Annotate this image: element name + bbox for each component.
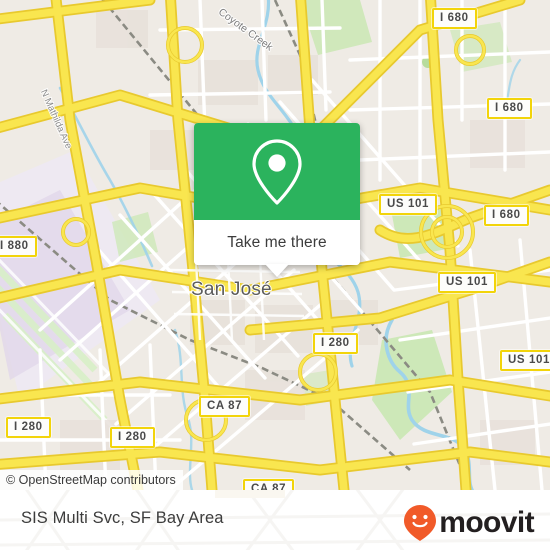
popup-pin-panel: [194, 123, 360, 220]
highway-shield: I 280: [6, 417, 51, 438]
popup-action-panel[interactable]: Take me there: [194, 220, 360, 265]
moovit-smiley-pin-icon: [404, 505, 437, 541]
place-name-label: SIS Multi Svc, SF Bay Area: [21, 509, 224, 527]
highway-shield: I 680: [487, 98, 532, 119]
highway-shield: I 680: [432, 8, 477, 29]
bottom-info-bar: SIS Multi Svc, SF Bay Area moovit: [0, 490, 550, 550]
highway-shield: CA 87: [199, 396, 251, 417]
highway-shield: CA 87: [243, 479, 295, 490]
map-canvas[interactable]: San José Coyote Creek N Mathilda Ave I 6…: [0, 0, 550, 490]
highway-shield: I 680: [484, 205, 529, 226]
highway-shield: I 280: [313, 333, 358, 354]
moovit-logo[interactable]: moovit: [403, 504, 535, 542]
highway-shield: I 880: [0, 236, 37, 257]
highway-shield: US 101: [379, 194, 437, 215]
take-me-there-popup[interactable]: Take me there: [194, 123, 360, 277]
take-me-there-label: Take me there: [227, 233, 327, 251]
highway-shield: US 101: [438, 272, 496, 293]
popup-pointer-tail: [265, 264, 289, 277]
highway-shield: I 280: [110, 427, 155, 448]
highway-shield: US 101: [500, 350, 550, 371]
moovit-wordmark: moovit: [439, 506, 534, 539]
map-attribution[interactable]: © OpenStreetMap contributors: [0, 470, 183, 490]
location-pin-icon: [252, 138, 302, 205]
